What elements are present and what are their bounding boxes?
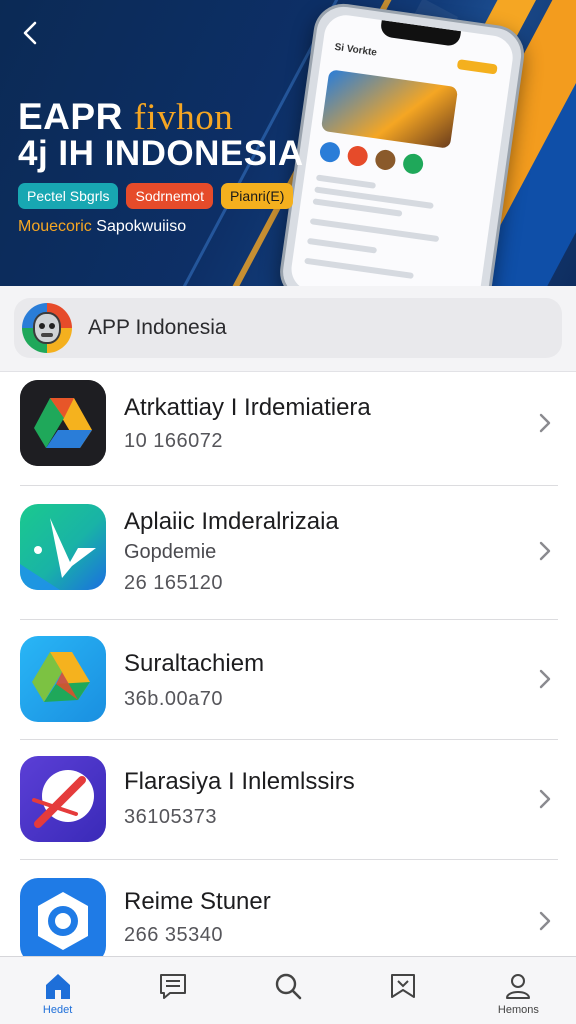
search-section: APP Indonesia [0, 286, 576, 372]
tab-bar: Hedet Hemons [0, 956, 576, 1024]
app-subtitle: Gopdemie [124, 541, 217, 563]
app-name: Reime Stuner [124, 888, 271, 915]
avatar-eye [49, 323, 55, 329]
list-item[interactable]: Reime Stuner 266 35340 [0, 860, 576, 964]
hero-title-line2: 4⁠j IH INDONESIA [18, 134, 304, 173]
phone-badge [456, 59, 498, 75]
home-icon [43, 971, 73, 1001]
hero-subtitle-b: Sapokwuiiso [96, 218, 187, 235]
hero-title-line1: EAPR fivhon [18, 96, 233, 139]
hero-banner: Si Vorkte EAPR fivhon 4⁠j IH INDONESIA [0, 0, 576, 286]
app-meta: 36105373 [124, 806, 217, 828]
phone-screen: Si Vorkte [288, 12, 516, 286]
hero-chip[interactable]: Pianri(E) [220, 183, 294, 209]
phone-mockup: Si Vorkte [276, 0, 528, 286]
avatar[interactable] [22, 303, 72, 353]
chevron-right-icon [538, 540, 552, 562]
list-item[interactable]: Suraltachiem 36b.00a70 [0, 620, 576, 740]
hero-subtitle: Mouecoric Sapokwuiiso [18, 218, 186, 236]
drive-dark-icon [20, 380, 106, 466]
phone-text-line [315, 174, 377, 189]
profile-icon [503, 971, 533, 1001]
chevron-left-icon [23, 21, 37, 45]
tab-label: Hedet [42, 1004, 73, 1016]
avatar-face [33, 312, 61, 344]
avatar-mouth [41, 333, 53, 337]
app-name: Flarasiya I Inlemlssirs [124, 768, 355, 795]
phone-notch [379, 20, 462, 48]
chevron-right-icon [538, 668, 552, 690]
hero-title-prefix: EAPR [18, 96, 123, 137]
search-icon [273, 971, 303, 1001]
app-meta: 10 166072 [124, 430, 224, 452]
list-item[interactable]: Flarasiya I Inlemlssirs 36105373 [0, 740, 576, 860]
drive-blue-icon [20, 636, 106, 722]
app-meta: 266 35340 [124, 924, 224, 946]
hero-chip[interactable]: Pectel Sbgrls [18, 183, 119, 209]
chevron-right-icon [538, 412, 552, 434]
slash-purple-icon [20, 756, 106, 842]
phone-feature-card [320, 69, 459, 149]
list-item[interactable]: Atrkattiay I Irdemiatiera 10 166072 [0, 372, 576, 486]
back-button[interactable] [18, 20, 44, 46]
app-name: Aplaiic Imderalrizaia [124, 508, 339, 535]
tab-bookmarks[interactable] [346, 957, 461, 1024]
tab-news[interactable] [115, 957, 230, 1024]
app-name: Atrkattiay I Irdemiatiera [124, 394, 371, 421]
bookmark-icon [388, 971, 418, 1001]
hero-subtitle-a: Mouecoric [18, 218, 92, 235]
app-meta: 36b.00a70 [124, 688, 224, 710]
phone-text-line [309, 218, 440, 243]
tab-label: Hemons [497, 1004, 539, 1016]
app-meta: 26 165120 [124, 572, 224, 594]
search-input[interactable]: APP Indonesia [88, 316, 227, 340]
hero-title-accent: fivhon [133, 97, 234, 138]
chevron-right-icon [538, 788, 552, 810]
hero-chip[interactable]: Sodrnemot [126, 183, 213, 209]
phone-avatars [318, 140, 425, 176]
news-icon [158, 971, 188, 1001]
tab-profile[interactable]: Hemons [461, 957, 576, 1024]
phone-app-title: Si Vorkte [333, 41, 378, 59]
search-bar[interactable]: APP Indonesia [14, 298, 562, 358]
phone-text-line [306, 237, 378, 254]
hero-chips: Pectel Sbgrls Sodrnemot Pianri(E) [18, 183, 294, 209]
phone-text-line [304, 257, 414, 279]
blue-ring-icon [20, 878, 106, 964]
tab-search[interactable] [230, 957, 345, 1024]
chevron-right-icon [538, 910, 552, 932]
app-name: Suraltachiem [124, 650, 265, 677]
tab-home[interactable]: Hedet [0, 957, 115, 1024]
avatar-eye [39, 323, 45, 329]
list-item[interactable]: Aplaiic Imderalrizaia Gopdemie 26 165120 [0, 486, 576, 620]
green-arrow-icon [20, 504, 106, 590]
